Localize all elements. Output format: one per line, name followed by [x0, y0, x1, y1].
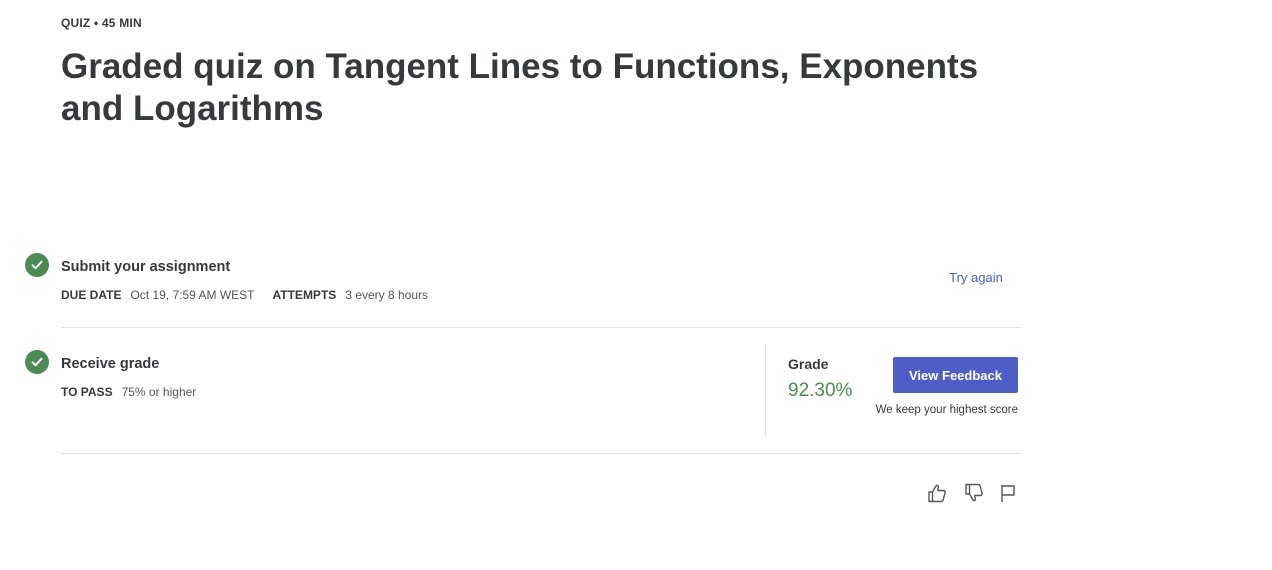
- attempts-value: 3 every 8 hours: [345, 288, 428, 302]
- quiz-page: QUIZ • 45 MIN Graded quiz on Tangent Lin…: [0, 0, 1272, 570]
- divider: [61, 327, 1021, 328]
- grade-label: Grade: [788, 356, 829, 372]
- receive-grade-heading: Receive grade: [61, 356, 160, 372]
- divider: [61, 453, 1021, 454]
- attempts-label: ATTEMPTS: [272, 288, 337, 302]
- submit-meta: DUE DATE Oct 19, 7:59 AM WEST ATTEMPTS 3…: [61, 288, 446, 302]
- page-title: Graded quiz on Tangent Lines to Function…: [61, 47, 979, 128]
- vertical-divider: [765, 345, 766, 435]
- due-date-label: DUE DATE: [61, 288, 122, 302]
- thumbs-down-icon[interactable]: [961, 480, 987, 506]
- check-circle-icon: [25, 350, 49, 374]
- flag-icon[interactable]: [995, 480, 1021, 506]
- view-feedback-button[interactable]: View Feedback: [893, 357, 1018, 393]
- thumbs-up-icon[interactable]: [924, 480, 950, 506]
- to-pass-value: 75% or higher: [121, 385, 197, 399]
- check-circle-icon: [25, 253, 49, 277]
- submit-assignment-heading: Submit your assignment: [61, 259, 231, 275]
- item-type-label: QUIZ • 45 MIN: [61, 16, 142, 30]
- to-pass-label: TO PASS: [61, 385, 113, 399]
- grade-value: 92.30%: [788, 380, 853, 401]
- grade-meta: TO PASS 75% or higher: [61, 385, 214, 399]
- due-date-value: Oct 19, 7:59 AM WEST: [130, 288, 255, 302]
- highest-score-note: We keep your highest score: [875, 404, 1018, 416]
- try-again-button[interactable]: Try again: [935, 266, 1017, 288]
